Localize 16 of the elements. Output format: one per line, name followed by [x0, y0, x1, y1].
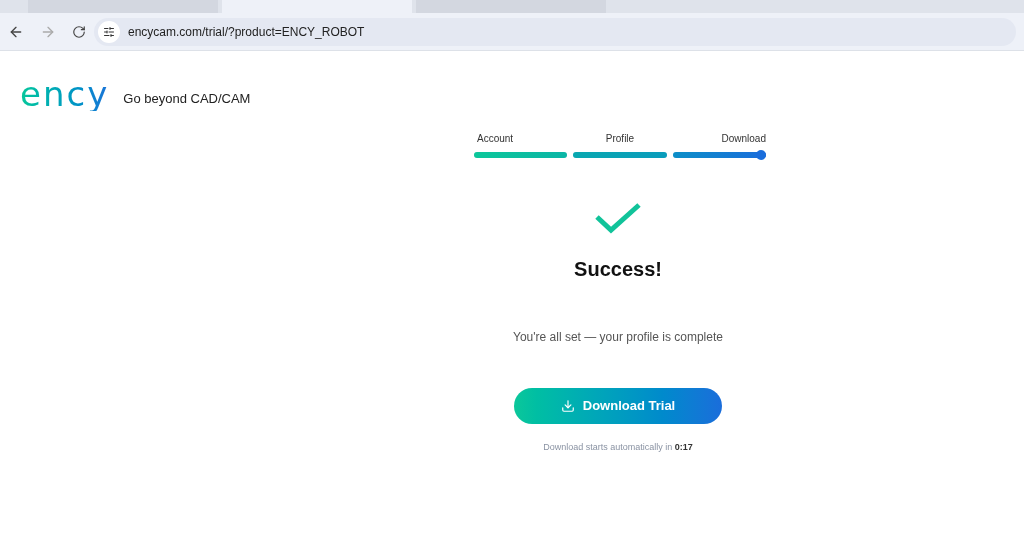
- browser-tab[interactable]: [28, 0, 218, 13]
- address-field[interactable]: encycam.com/trial/?product=ENCY_ROBOT: [94, 17, 1016, 46]
- browser-tab[interactable]: [416, 0, 606, 13]
- url-text: encycam.com/trial/?product=ENCY_ROBOT: [128, 23, 365, 41]
- reload-icon[interactable]: [72, 24, 86, 39]
- step-label: Profile: [604, 132, 636, 146]
- step-label: Account: [476, 132, 515, 146]
- tagline: Go beyond CAD/CAM: [123, 90, 251, 109]
- step-label: Download: [720, 132, 766, 146]
- success-message: You're all set — your profile is complete: [513, 329, 723, 346]
- success-title: Success!: [574, 257, 662, 282]
- download-icon: [560, 399, 575, 413]
- download-trial-button[interactable]: Download Trial: [514, 388, 722, 424]
- countdown-text: Download starts automatically in 0:17: [543, 441, 693, 454]
- checkmark-icon: [594, 202, 642, 234]
- site-settings-icon[interactable]: [103, 25, 115, 38]
